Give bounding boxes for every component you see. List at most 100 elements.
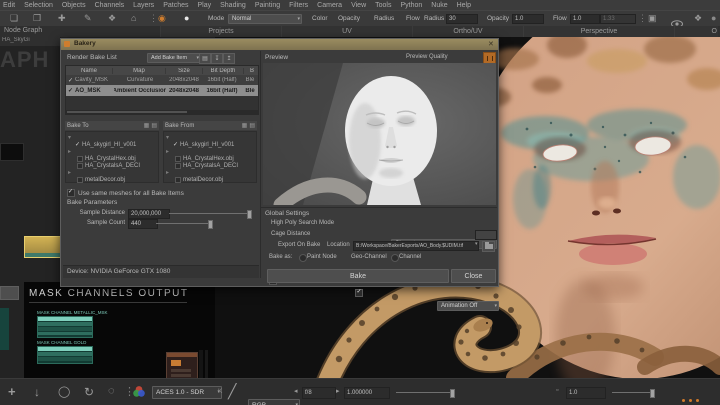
column-header[interactable]: Bit Depth: [202, 68, 243, 74]
mode-dropdown[interactable]: Normal: [228, 14, 302, 24]
expand-all-icon[interactable]: ▦: [144, 122, 150, 129]
sample-count-slider[interactable]: [156, 223, 212, 224]
tab-ortho-uv[interactable]: Ortho/UV: [412, 26, 523, 37]
menu-item[interactable]: Selection: [24, 2, 53, 9]
exposure-slider[interactable]: [396, 392, 454, 393]
tree-item[interactable]: HA_CrystalHex.obj: [66, 155, 158, 162]
colorspace-dropdown[interactable]: ACES 1.0 - SDR: [152, 386, 222, 399]
tab-perspective[interactable]: Perspective: [523, 26, 674, 37]
menu-item[interactable]: Channels: [95, 2, 125, 9]
checkbox-checked-icon[interactable]: ✓: [75, 141, 80, 148]
menu-item[interactable]: Shading: [220, 2, 246, 9]
add-bake-item-button[interactable]: Add Bake Item: [147, 53, 201, 63]
menu-item[interactable]: Help: [457, 2, 471, 9]
checkbox-checked-icon[interactable]: ✓: [68, 87, 73, 94]
sphere-icon[interactable]: ●: [711, 13, 716, 23]
menu-item[interactable]: Camera: [317, 2, 342, 9]
checkbox-icon[interactable]: [77, 163, 83, 169]
opacity-field[interactable]: 1.0: [512, 14, 544, 24]
tree-item[interactable]: metalDecor.obj: [66, 176, 158, 183]
menu-item[interactable]: Play: [197, 2, 211, 9]
node-box-teal[interactable]: [0, 308, 9, 350]
tree-group-row[interactable]: ▸: [164, 169, 256, 176]
bake-list-menu-icon-button[interactable]: ▤: [199, 53, 211, 64]
bake-list-save-icon-button[interactable]: ↧: [211, 53, 223, 64]
use-same-meshes-checkbox[interactable]: [67, 189, 75, 197]
collapse-all-icon[interactable]: ▤: [249, 122, 255, 129]
move-tool-icon[interactable]: +: [8, 384, 16, 399]
close-icon[interactable]: ✕: [488, 40, 494, 48]
column-header[interactable]: Name: [66, 68, 112, 74]
menu-item[interactable]: Nuke: [431, 2, 447, 9]
collapse-all-icon[interactable]: ▤: [151, 122, 157, 129]
paint-add-icon[interactable]: ✚: [58, 13, 66, 24]
tree-item[interactable]: HA_CrystalsA_DECI: [164, 162, 256, 169]
node-box-gray[interactable]: [0, 286, 19, 300]
soft-select-icon[interactable]: ◌: [108, 385, 115, 397]
shapes-icon[interactable]: ❖: [108, 13, 116, 24]
drop-tool-icon[interactable]: ↓: [34, 385, 40, 399]
sample-distance-field[interactable]: 20,000,000: [128, 209, 170, 219]
checkbox-checked-icon[interactable]: ✓: [68, 77, 73, 84]
menu-item[interactable]: Filters: [289, 2, 308, 9]
menu-item[interactable]: Edit: [3, 2, 15, 9]
table-row-selected[interactable]: ✓AO_MSK Ambient Occlusion 2048x2048 16bi…: [66, 85, 258, 96]
column-header[interactable]: Size: [165, 68, 202, 74]
opacity-toggle-label[interactable]: Opacity: [338, 15, 360, 22]
brush-icon[interactable]: ✎: [84, 13, 92, 24]
tab-node-graph[interactable]: Node Graph: [4, 27, 42, 34]
channel-radio[interactable]: [391, 254, 399, 262]
location-field[interactable]: B:/Workspace/BakerExports/AO_Body.$UDIM.…: [353, 241, 479, 251]
mask-node-cluster[interactable]: [37, 316, 93, 338]
menu-item[interactable]: Python: [400, 2, 422, 9]
sample-count-field[interactable]: 440: [128, 219, 158, 229]
stop-down-icon[interactable]: ◂: [294, 387, 298, 395]
menu-item[interactable]: Layers: [133, 2, 154, 9]
dialog-title-bar[interactable]: Bakery ✕: [61, 39, 498, 50]
menu-item[interactable]: Tools: [375, 2, 391, 9]
checkbox-icon[interactable]: [175, 163, 181, 169]
tree-group-row[interactable]: ▾: [164, 134, 256, 141]
tab-projects[interactable]: Projects: [160, 26, 281, 37]
checkbox-checked-icon[interactable]: ✓: [173, 141, 178, 148]
close-button[interactable]: Close: [451, 269, 496, 283]
gain-field[interactable]: 1.0: [566, 387, 606, 399]
active-tool-icon[interactable]: ◉: [158, 13, 166, 24]
color-wheel-icon[interactable]: [132, 385, 146, 403]
projector-icon[interactable]: ⌂: [131, 13, 136, 23]
tab-partial[interactable]: O: [674, 26, 718, 37]
tree-group-row[interactable]: ▸: [164, 148, 256, 155]
tree-item[interactable]: HA_CrystalHex.obj: [164, 155, 256, 162]
location-dropdown-icon[interactable]: ▾: [475, 241, 478, 247]
paint-node-radio[interactable]: [299, 254, 307, 262]
table-row[interactable]: ✓Cavity_MSK Curvature 2048x2048 16bit (H…: [66, 75, 258, 85]
geo-channel-radio[interactable]: [355, 289, 363, 297]
gain-icon[interactable]: ▫: [556, 387, 558, 394]
rotate-tool-icon[interactable]: ↻: [84, 385, 94, 399]
bake-list-load-icon-button[interactable]: ↥: [223, 53, 235, 64]
mask-node-cluster[interactable]: [37, 346, 93, 364]
tree-group-row[interactable]: ▸: [66, 148, 158, 155]
channel-dropdown[interactable]: RGB: [248, 399, 300, 405]
column-header[interactable]: B: [243, 68, 260, 74]
menu-item[interactable]: View: [351, 2, 366, 9]
gamma-curve-icon[interactable]: ╱: [228, 383, 236, 400]
radius-field[interactable]: 30: [446, 14, 478, 24]
column-header[interactable]: Map: [112, 68, 165, 74]
node-graph-subtab[interactable]: HA_SkyGi: [0, 37, 61, 46]
save-project-icon[interactable]: ❐: [33, 13, 41, 24]
stamp-icon[interactable]: ▣: [648, 13, 657, 24]
stop-up-icon[interactable]: ▸: [336, 387, 340, 395]
node-properties-popup[interactable]: [166, 352, 198, 378]
brush-tip-icon[interactable]: ●: [184, 13, 189, 23]
expand-all-icon[interactable]: ▦: [242, 122, 248, 129]
menu-item[interactable]: Painting: [255, 2, 280, 9]
tree-item[interactable]: HA_CrystalsA_DECI: [66, 162, 158, 169]
gain-slider[interactable]: [612, 392, 654, 393]
menu-item[interactable]: Patches: [163, 2, 188, 9]
circle-select-icon[interactable]: ◯: [58, 385, 70, 398]
animation-dropdown[interactable]: Animation Off: [437, 301, 499, 311]
checkbox-icon[interactable]: [175, 177, 181, 183]
browse-folder-button[interactable]: [482, 241, 495, 252]
tree-group-row[interactable]: ▾: [66, 134, 158, 141]
